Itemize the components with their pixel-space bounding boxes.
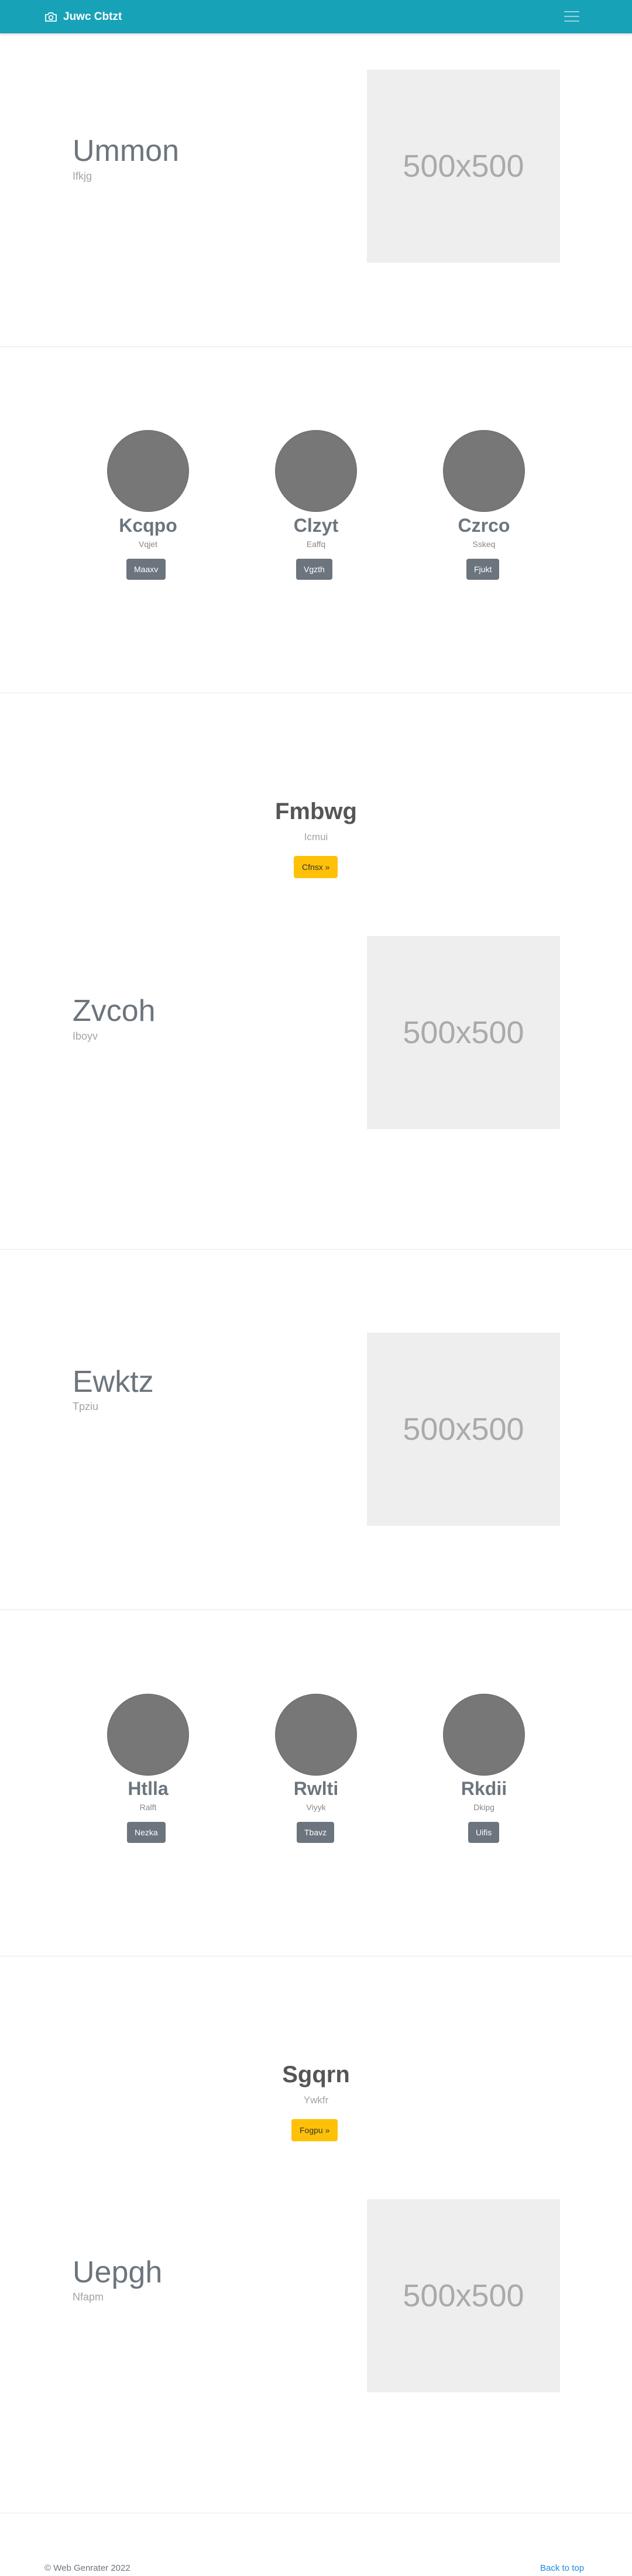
- avatar: [443, 1694, 525, 1776]
- placeholder-image: 500x500: [367, 2199, 560, 2392]
- feature-section-zvcoh: Zvcoh Iboyv 500x500: [0, 926, 632, 1249]
- feature-subtitle: Ifkjg: [73, 170, 92, 182]
- feature-section-uepgh: Uepgh Nfapm 500x500: [0, 2188, 632, 2513]
- member-name: Kcqpo: [119, 515, 177, 536]
- avatar: [443, 430, 525, 512]
- hamburger-menu-icon[interactable]: [561, 8, 583, 25]
- feature-title: Uepgh: [73, 2255, 163, 2289]
- camera-icon: [44, 12, 57, 22]
- avatar: [107, 1694, 189, 1776]
- placeholder-image: 500x500: [367, 1333, 560, 1526]
- cta-section: Fmbwg Icmui Cfnsx »: [0, 693, 632, 926]
- member-name: Rwlti: [293, 1778, 339, 1799]
- brand-name: Juwc Cbtzt: [63, 10, 122, 23]
- feature-title: Ummon: [73, 134, 180, 168]
- navbar-brand[interactable]: Juwc Cbtzt: [44, 0, 122, 33]
- member-role: Vqjet: [139, 539, 157, 549]
- cta-button[interactable]: Fogpu »: [291, 2119, 338, 2141]
- team-section: Kcqpo Vqjet Maaxv Clzyt Eaffq Vgzth Czrc…: [0, 346, 632, 693]
- member-role: Dkipg: [473, 1803, 494, 1812]
- feature-title: Ewktz: [73, 1365, 154, 1399]
- feature-subtitle: Tpziu: [73, 1401, 99, 1412]
- placeholder-image: 500x500: [367, 70, 560, 263]
- member-role: Eaffq: [306, 539, 326, 549]
- member-role: Viyyk: [306, 1803, 326, 1812]
- team-section: Htlla Ralft Nezka Rwlti Viyyk Tbavz Rkdi…: [0, 1609, 632, 1956]
- feature-subtitle: Nfapm: [73, 2291, 104, 2303]
- feature-section-ewktz: Ewktz Tpziu 500x500: [0, 1249, 632, 1609]
- member-role: Ralft: [139, 1803, 157, 1812]
- member-button[interactable]: Fjukt: [466, 559, 500, 580]
- avatar: [275, 430, 357, 512]
- member-button[interactable]: Uifis: [468, 1822, 500, 1843]
- member-button[interactable]: Tbavz: [297, 1822, 335, 1843]
- back-to-top-link[interactable]: Back to top: [540, 2563, 584, 2573]
- member-button[interactable]: Vgzth: [296, 559, 332, 580]
- avatar: [275, 1694, 357, 1776]
- member-name: Czrco: [458, 515, 510, 536]
- member-name: Rkdii: [461, 1778, 507, 1799]
- placeholder-image: 500x500: [367, 936, 560, 1129]
- feature-subtitle: Iboyv: [73, 1030, 98, 1042]
- copyright-text: © Web Genrater 2022: [44, 2563, 130, 2573]
- navbar: Juwc Cbtzt: [0, 0, 632, 33]
- member-name: Clzyt: [293, 515, 339, 536]
- member-button[interactable]: Maaxv: [126, 559, 166, 580]
- cta-title: Sgqrn: [282, 2062, 350, 2087]
- footer: © Web Genrater 2022 Back to top: [0, 2513, 632, 2576]
- cta-section: Sgqrn Ywkfr Fogpu »: [0, 1956, 632, 2188]
- cta-subtitle: Icmui: [304, 831, 328, 842]
- cta-button[interactable]: Cfnsx »: [294, 856, 338, 878]
- avatar: [107, 430, 189, 512]
- member-button[interactable]: Nezka: [127, 1822, 166, 1843]
- feature-section-ummon: Ummon Ifkjg 500x500: [0, 33, 632, 346]
- member-role: Sskeq: [472, 539, 496, 549]
- cta-title: Fmbwg: [275, 799, 357, 824]
- feature-title: Zvcoh: [73, 994, 156, 1028]
- member-name: Htlla: [128, 1778, 169, 1799]
- cta-subtitle: Ywkfr: [303, 2094, 329, 2106]
